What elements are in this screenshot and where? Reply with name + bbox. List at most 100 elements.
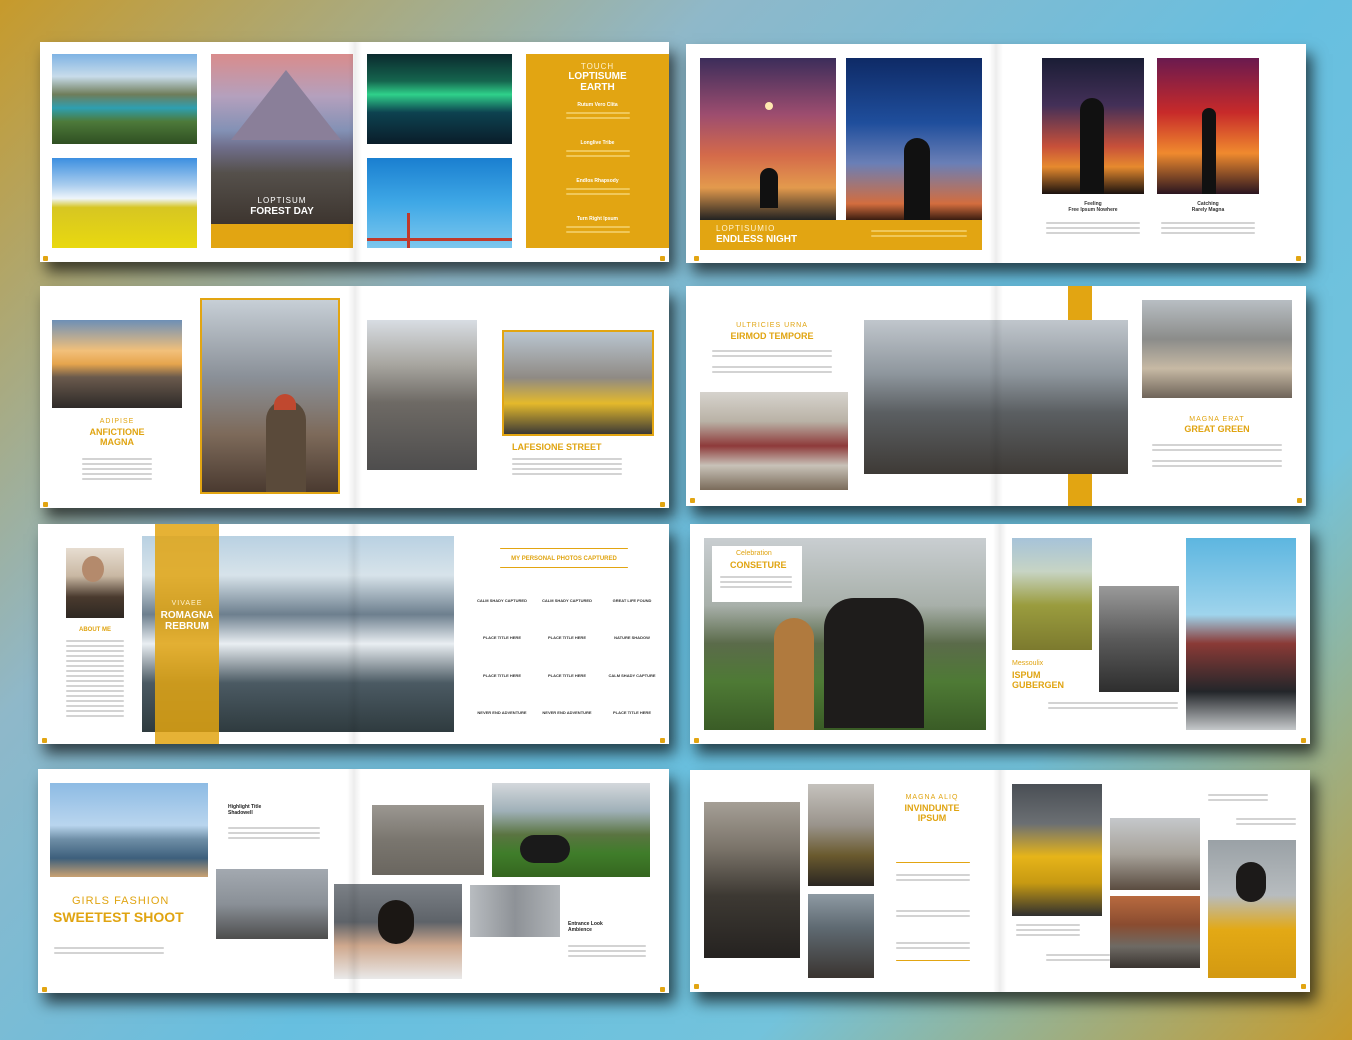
anfictione-kicker: ADIPISE [99,418,135,425]
hoodie-text [1016,924,1080,939]
grid-item-title: NEVER END ADVENTURE [542,710,592,715]
highlight-title-2: Shadowell [228,810,253,816]
gubergen-title-1: ISPUM [1012,670,1041,680]
photo-dancers-aerial [372,805,484,875]
page-number-marker [694,984,699,989]
night-text [871,230,967,240]
earth-item-3: Endlos Rhapsody [576,178,619,184]
page-number-marker [690,498,695,503]
photo-aurora [367,54,512,144]
gubergen-text [1048,702,1178,712]
personal-bottom-rule [500,567,628,568]
forest-title: FOREST DAY [250,206,314,217]
earth-title-1: LOPTISUME [568,71,627,82]
photo-yellow-hoodie [1012,784,1102,916]
page-number-marker [1301,738,1306,743]
page-number-marker [42,738,47,743]
grid-item-title: PLACE TITLE HERE [612,710,651,715]
sweetest-text [54,947,164,957]
spread-forest-day[interactable]: LOPTISUM FOREST DAY TOUCH LOPTISUME EART… [40,42,669,262]
spread-sweetest-shoot[interactable]: Highlight Title Shadowell GIRLS FASHION … [38,769,669,993]
gubergen-title-2: GUBERGEN [1012,680,1065,690]
anfictione-title-1: ANFICTIONE [89,427,145,437]
grid-item-title: PLACE TITLE HERE [547,673,586,678]
page-number-marker [1297,498,1302,503]
photo-yellow-field [52,158,197,248]
forest-caption-block [211,224,353,248]
romagna-title-1: ROMAGNA [160,610,214,621]
photo-three-friends [216,869,328,939]
spread-endless-night[interactable]: LOPTISUMIO ENDLESS NIGHT Feeling Free Ip… [686,44,1306,263]
romagna-kicker: VIVAEE [171,600,203,607]
conseture-title: CONSETURE [730,560,787,570]
page-number-marker [694,256,699,261]
page-number-marker [660,502,665,507]
photo-man-plaid-shirt [1186,538,1296,730]
greatgreen-text [1152,444,1282,454]
spread-romagna-rebrum[interactable]: ABOUT ME VIVAEE ROMAGNA REBRUM MY PERSON… [38,524,669,744]
girls-fashion-kicker: GIRLS FASHION [72,895,170,907]
lafesione-text [512,458,622,478]
earth-kicker: TOUCH [580,62,615,71]
photo-wall-couple [470,885,560,937]
gubergen-kicker: Messoulix [1012,660,1044,667]
spread-invindunte-ipsum[interactable]: MAGNA ALIQ INVINDUNTE IPSUM [690,770,1310,992]
earth-text-4 [566,226,630,236]
earth-text-2 [566,150,630,160]
caption-feeling-2: Free Ipsum Nowhere [1068,207,1118,213]
photo-city-sunset [52,320,182,408]
earth-item-4: Turn Right Ipsum [576,216,618,222]
eirmod-kicker: ULTRICIES URNA [736,322,808,329]
page-number-marker [1296,256,1301,261]
spread-conseture[interactable]: Celebration CONSETURE Messoulix ISPUM GU… [690,524,1310,744]
caption-catching-text [1161,222,1255,237]
page-number-marker [660,987,665,992]
photo-yellow-taxis [502,330,654,436]
forest-kicker: LOPTISUM [257,196,307,205]
eirmod-title: EIRMOD TEMPORE [730,331,814,341]
earth-text-3 [566,188,630,198]
inv-rule-1 [896,862,970,863]
gold-overlay-strip [155,524,219,744]
page-number-marker [660,738,665,743]
photo-woman-portrait [334,884,462,979]
page-number-marker [43,256,48,261]
spread-lafesione-street[interactable]: ADIPISE ANFICTIONE MAGNA LAFESIONE STREE… [40,286,669,508]
entrance-text [568,945,646,960]
hoodie-text-2 [1046,954,1110,964]
photo-two-coats [1110,818,1200,890]
invindunte-kicker: MAGNA ALIQ [905,794,959,801]
right-text-2 [1236,818,1296,828]
inv-text-2 [896,910,970,920]
anfictione-text [82,458,152,483]
photo-couple-beach [50,783,208,877]
page-number-marker [43,502,48,507]
invindunte-title-1: INVINDUNTE [904,803,960,813]
page-number-marker [42,987,47,992]
grid-item-title: PLACE TITLE HERE [482,673,521,678]
night-kicker: LOPTISUMIO [716,224,776,233]
greatgreen-text-2 [1152,460,1282,470]
photo-rider-green [492,783,650,877]
invindunte-title-2: IPSUM [917,813,947,823]
page-number-marker [660,256,665,261]
photo-group-coats [704,802,800,958]
photo-man-portrait [66,548,124,618]
grid-item-title: NATURE SHADOW [614,635,650,640]
photo-tram-tracks [367,320,477,470]
photo-skyscraper-woman [200,298,340,494]
earth-text-1 [566,112,630,122]
photo-yellow-jacket-man [1208,840,1296,978]
photo-dusk-woman [846,58,982,220]
photo-golden-gate [367,158,512,248]
photo-bike-cafe [1142,300,1292,398]
eirmod-text [712,350,832,360]
page-number-marker [694,738,699,743]
caption-catching-2: Rarely Magna [1191,207,1225,213]
greatgreen-title: GREAT GREEN [1184,424,1250,434]
sweetest-shoot-title: SWEETEST SHOOT [53,909,184,925]
conseture-kicker: Celebration [736,550,772,557]
photo-diner [700,392,848,490]
caption-feeling-text [1046,222,1140,237]
spread-eirmod-tempore[interactable]: ULTRICIES URNA EIRMOD TEMPORE MAGNA ERAT… [686,286,1306,506]
